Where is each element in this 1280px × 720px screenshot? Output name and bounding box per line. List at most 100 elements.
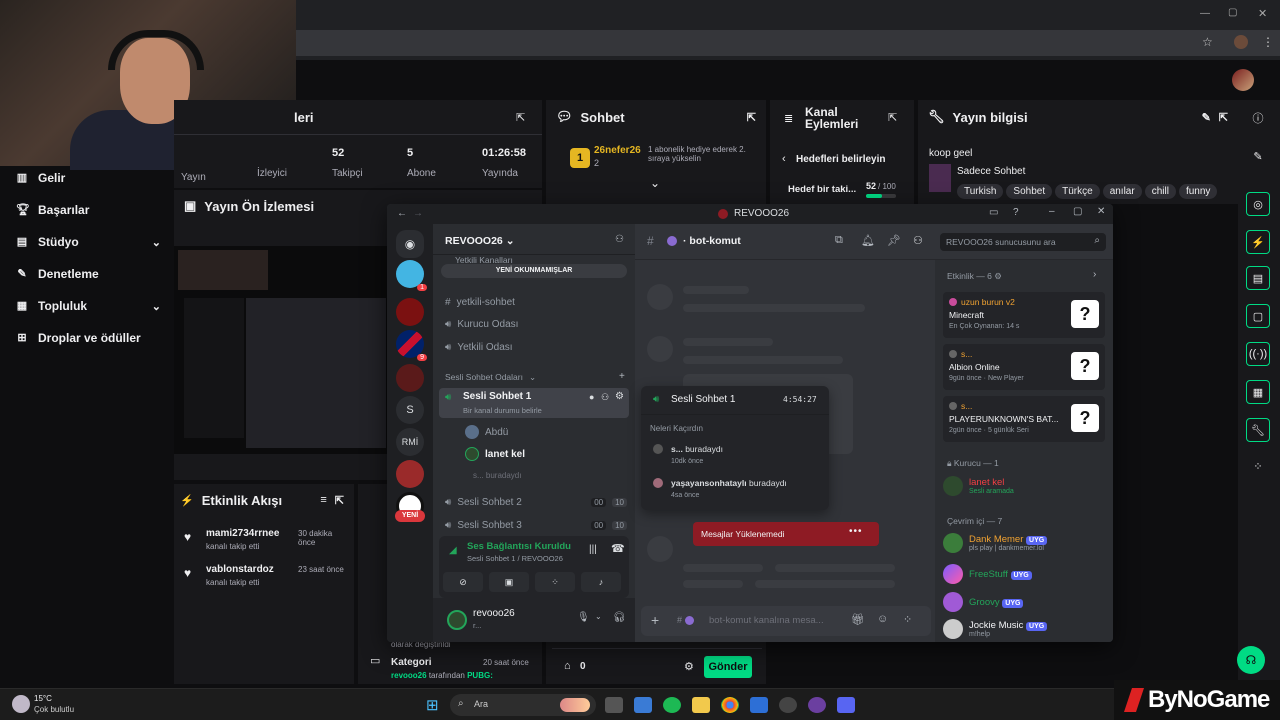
- send-button[interactable]: Gönder: [704, 656, 752, 678]
- discord-home-icon[interactable]: ◉: [396, 230, 424, 258]
- popout-icon[interactable]: ⇱: [888, 111, 897, 124]
- channel-sesli-2[interactable]: 🔊︎ Sesli Sohbet 2 00 10: [445, 492, 627, 512]
- message-composer[interactable]: + # bot-komut kanalına mesa... 🎁︎ ☺ ⁘: [641, 606, 931, 636]
- server-icon[interactable]: [396, 298, 424, 326]
- edit-icon[interactable]: ✎: [1246, 144, 1270, 168]
- lightning-icon[interactable]: ⚡: [1246, 230, 1270, 254]
- add-channel-icon[interactable]: +: [619, 371, 625, 382]
- nav-denetleme[interactable]: ✎ Denetleme: [16, 262, 161, 286]
- apps-icon[interactable]: ⁘: [903, 613, 912, 626]
- minimize-window-icon[interactable]: —: [1200, 8, 1210, 19]
- wrench-icon[interactable]: 🔧︎: [1246, 418, 1270, 442]
- weather-icon[interactable]: [12, 695, 30, 713]
- channel-sesli-1[interactable]: 🔊︎ Sesli Sohbet 1 Bir kanal durumu belir…: [439, 388, 629, 418]
- server-icon[interactable]: 9: [396, 330, 427, 361]
- close-window-icon[interactable]: ✕: [1097, 206, 1105, 217]
- more-icon[interactable]: •••: [849, 526, 863, 537]
- voice-user[interactable]: lanet kel: [465, 444, 647, 464]
- unread-banner[interactable]: YENİ OKUNMAMIŞLAR: [441, 264, 627, 278]
- maximize-window-icon[interactable]: ▢: [1073, 206, 1082, 217]
- member-row[interactable]: Dank Memer UYG pls play | dankmemer.lol: [943, 531, 1108, 555]
- edit-icon[interactable]: ✎: [1202, 111, 1211, 124]
- tag[interactable]: Turkish: [957, 184, 1004, 199]
- camera-icon[interactable]: ◎: [1246, 192, 1270, 216]
- gear-icon[interactable]: ⚙: [615, 391, 624, 402]
- chat-icon[interactable]: ▢: [1246, 304, 1270, 328]
- filter-icon[interactable]: ≡: [320, 494, 326, 506]
- avatar[interactable]: [1232, 69, 1254, 91]
- info-icon[interactable]: ⓘ: [1246, 106, 1270, 130]
- tag[interactable]: funny: [1178, 184, 1218, 199]
- bookmark-star-icon[interactable]: ☆: [1202, 35, 1213, 49]
- tag[interactable]: chill: [1144, 184, 1176, 199]
- activity-user[interactable]: mami2734rrnee: [206, 528, 279, 539]
- expand-icon[interactable]: ⌄: [650, 176, 660, 190]
- pin-icon[interactable]: 📌︎: [887, 234, 901, 247]
- member-row[interactable]: FreeStuff UYG: [943, 562, 1108, 586]
- activity-user[interactable]: vablonstardoz: [206, 564, 274, 575]
- chevron-down-icon[interactable]: ⌄: [595, 612, 602, 621]
- store-icon[interactable]: [634, 697, 652, 713]
- inbox-icon[interactable]: ▭: [989, 207, 998, 218]
- back-arrow-icon[interactable]: ←: [397, 208, 407, 219]
- chat-icon[interactable]: ●: [589, 392, 594, 402]
- category-sesli[interactable]: Sesli Sohbet Odaları ⌄: [445, 371, 627, 383]
- broadcast-icon[interactable]: ((·)): [1246, 342, 1270, 366]
- minimize-window-icon[interactable]: –: [1049, 206, 1055, 217]
- tag[interactable]: Sohbet: [1006, 184, 1053, 199]
- popout-icon[interactable]: ⇱: [335, 494, 344, 507]
- search-input[interactable]: REVOOO26 sunucusunu ara ⌕: [940, 233, 1106, 251]
- category-name[interactable]: Sadece Sohbet: [957, 166, 1025, 177]
- emoji-icon[interactable]: ☺: [877, 613, 888, 625]
- explorer-icon[interactable]: [692, 697, 710, 713]
- member-row[interactable]: Jockie Music UYG m!help: [943, 617, 1108, 641]
- server-icon[interactable]: 1: [396, 260, 427, 291]
- maximize-window-icon[interactable]: ▢: [1228, 7, 1237, 18]
- server-icon[interactable]: [396, 460, 424, 488]
- help-icon[interactable]: ?: [1013, 207, 1019, 218]
- points-icon[interactable]: ⌂: [564, 660, 571, 672]
- server-icon[interactable]: [396, 364, 424, 392]
- screen-share-button[interactable]: ▣: [489, 572, 529, 592]
- bell-icon[interactable]: 🔔︎: [861, 234, 875, 247]
- members-icon[interactable]: ⚇: [913, 234, 923, 247]
- activities-button[interactable]: ⁘: [535, 572, 575, 592]
- gift-icon[interactable]: 🎁︎: [851, 613, 865, 626]
- forward-arrow-icon[interactable]: →: [413, 208, 423, 219]
- channel-yetkili-odasi[interactable]: 🔊︎ Yetkili Odası: [445, 337, 627, 357]
- soundboard-button[interactable]: ♪: [581, 572, 621, 592]
- avatar[interactable]: [447, 610, 467, 630]
- headphones-icon[interactable]: 🎧︎: [613, 612, 626, 623]
- server-name-header[interactable]: REVOOO26 ⌄: [445, 235, 515, 247]
- mail-icon[interactable]: [750, 697, 768, 713]
- taskbar-search[interactable]: ⌕ Ara: [450, 694, 596, 716]
- chrome-icon[interactable]: [721, 697, 739, 713]
- activity-card[interactable]: s... PLAYERUNKNOWN'S BAT... 2gün önce · …: [943, 396, 1105, 442]
- channel-yetkili-sohbet[interactable]: # yetkili-sohbet: [445, 292, 627, 312]
- tag[interactable]: anılar: [1102, 184, 1142, 199]
- channel-sesli-3[interactable]: 🔊︎ Sesli Sohbet 3 00 10: [445, 515, 627, 535]
- app-icon[interactable]: [808, 697, 826, 713]
- microphone-icon[interactable]: 🎙︎: [577, 612, 590, 623]
- add-attachment-icon[interactable]: +: [651, 612, 659, 628]
- discord-taskbar-icon[interactable]: [837, 697, 855, 713]
- back-arrow-icon[interactable]: ‹: [782, 153, 786, 165]
- windows-start-icon[interactable]: ⊞: [426, 696, 439, 714]
- nav-studyo[interactable]: ▤ Stüdyo ⌄: [16, 230, 161, 254]
- close-window-icon[interactable]: ✕: [1258, 7, 1267, 20]
- tag[interactable]: Türkçe: [1055, 184, 1100, 199]
- member-row[interactable]: lanet kel Sesli aramada: [943, 474, 1108, 498]
- back-link[interactable]: Hedefleri belirleyin: [796, 154, 885, 165]
- profile-avatar[interactable]: [1234, 35, 1248, 49]
- voice-channel[interactable]: Sesli Sohbet 1 / REVOOO26: [467, 554, 563, 563]
- nav-droplar[interactable]: ⊞ Droplar ve ödüller: [16, 326, 161, 350]
- user-name[interactable]: revooo26: [473, 608, 515, 619]
- popout-icon[interactable]: ⇱: [1219, 111, 1228, 124]
- add-user-icon[interactable]: ⚇: [615, 234, 624, 245]
- server-icon[interactable]: S: [396, 396, 424, 424]
- disconnect-icon[interactable]: ☎: [611, 542, 625, 555]
- taskview-icon[interactable]: [605, 697, 623, 713]
- threads-icon[interactable]: ⧉: [835, 234, 843, 247]
- app-icon[interactable]: [779, 697, 797, 713]
- nav-gelir[interactable]: ▥ Gelir: [16, 166, 161, 190]
